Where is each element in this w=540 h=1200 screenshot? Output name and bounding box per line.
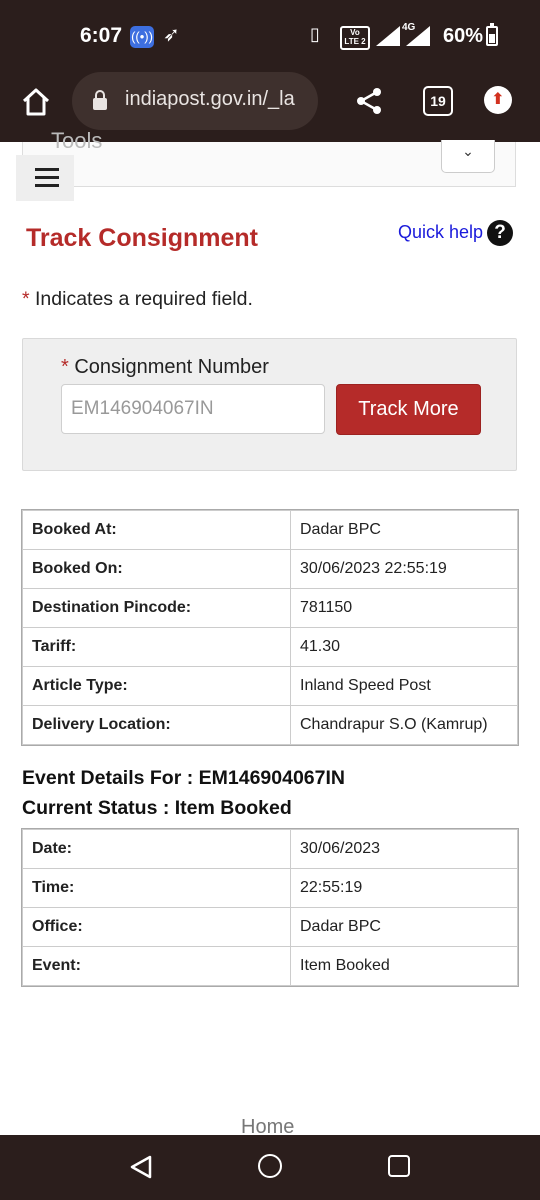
row-label: Destination Pincode:: [22, 588, 291, 628]
row-value: 781150: [290, 588, 518, 628]
hotspot-icon: ((•)): [130, 26, 154, 48]
booking-row: Booked On: 30/06/2023 22:55:19: [22, 549, 518, 589]
hamburger-menu-button[interactable]: [16, 155, 74, 201]
battery-icon: [486, 23, 498, 46]
required-field-note: * Indicates a required field.: [22, 288, 253, 311]
event-row: Time: 22:55:19: [22, 868, 518, 908]
current-status: Current Status : Item Booked: [22, 797, 292, 819]
row-label: Article Type:: [22, 666, 291, 706]
status-time: 6:07: [80, 24, 123, 47]
row-value: Item Booked: [290, 946, 518, 986]
share-icon[interactable]: [354, 86, 384, 116]
back-icon[interactable]: [130, 1155, 152, 1179]
row-label: Event:: [22, 946, 291, 986]
booking-row: Delivery Location: Chandrapur S.O (Kamrup…: [22, 705, 518, 745]
row-label: Delivery Location:: [22, 705, 291, 745]
row-value: 41.30: [290, 627, 518, 667]
page-title: Track Consignment: [26, 224, 258, 252]
address-bar[interactable]: indiapost.gov.in/_la: [72, 72, 318, 130]
booking-row: Tariff: 41.30: [22, 627, 518, 667]
menu-line: [35, 184, 59, 187]
row-value: 30/06/2023: [290, 829, 518, 869]
signal-icon: [376, 26, 400, 46]
booking-details-table: Booked At: Dadar BPC Booked On: 30/06/2023 …: [21, 509, 519, 746]
event-details-heading: Event Details For : EM146904067IN: [22, 767, 345, 789]
row-label: Date:: [22, 829, 291, 869]
home-nav-icon[interactable]: [258, 1154, 282, 1178]
required-note-text: Indicates a required field.: [29, 288, 253, 310]
event-heading-block: Event Details For : EM146904067IN Curren…: [22, 763, 345, 823]
row-label: Time:: [22, 868, 291, 908]
volte-icon: Vo LTE 2: [340, 26, 370, 50]
row-label: Booked On:: [22, 549, 291, 589]
event-row: Office: Dadar BPC: [22, 907, 518, 947]
row-value: Inland Speed Post: [290, 666, 518, 706]
row-label: Tariff:: [22, 627, 291, 667]
row-value: Dadar BPC: [290, 907, 518, 947]
help-icon[interactable]: ?: [487, 220, 513, 246]
consignment-form: * Consignment Number Track More: [22, 338, 517, 471]
signal-2-icon: [406, 26, 430, 46]
consignment-label: * Consignment Number: [61, 356, 269, 379]
home-icon[interactable]: [20, 86, 52, 118]
booking-row: Booked At: Dadar BPC: [22, 510, 518, 550]
vibrate-icon: ▯: [310, 24, 320, 44]
battery-percent: 60%: [443, 25, 484, 47]
lock-icon: [93, 90, 107, 110]
menu-line: [35, 168, 59, 171]
booking-row: Destination Pincode: 781150: [22, 588, 518, 628]
consignment-label-text: Consignment Number: [74, 356, 269, 378]
notification-bird-icon: ➶: [163, 24, 180, 46]
event-row: Event: Item Booked: [22, 946, 518, 986]
recent-apps-icon[interactable]: [388, 1155, 410, 1177]
row-value: Chandrapur S.O (Kamrup): [290, 705, 518, 745]
booking-row: Article Type: Inland Speed Post: [22, 666, 518, 706]
row-label: Office:: [22, 907, 291, 947]
tools-dropdown-toggle[interactable]: ⌄: [441, 140, 495, 173]
menu-line: [35, 176, 59, 179]
event-row: Date: 30/06/2023: [22, 829, 518, 869]
row-value: 30/06/2023 22:55:19: [290, 549, 518, 589]
status-bar: 6:07 ((•)) ➶ ▯ Vo LTE 2 4G 60%: [0, 0, 540, 72]
row-value: 22:55:19: [290, 868, 518, 908]
url-text: indiapost.gov.in/_la: [125, 88, 295, 110]
tools-label: Tools: [51, 128, 103, 153]
row-label: Booked At:: [22, 510, 291, 550]
required-star: *: [61, 356, 69, 378]
consignment-number-input[interactable]: [61, 384, 325, 434]
system-nav-bar: [0, 1135, 540, 1200]
required-star: *: [22, 288, 30, 310]
row-value: Dadar BPC: [290, 510, 518, 550]
tab-switcher-button[interactable]: 19: [423, 86, 453, 116]
update-icon[interactable]: ⬆: [484, 86, 512, 114]
quick-help-link[interactable]: Quick help: [398, 222, 483, 243]
track-more-button[interactable]: Track More: [336, 384, 481, 435]
event-details-table: Date: 30/06/2023 Time: 22:55:19 Office: Dadar…: [21, 828, 519, 987]
tools-dropdown-bar: Tools ⌄: [22, 128, 516, 187]
chevron-down-icon: ⌄: [462, 143, 474, 159]
